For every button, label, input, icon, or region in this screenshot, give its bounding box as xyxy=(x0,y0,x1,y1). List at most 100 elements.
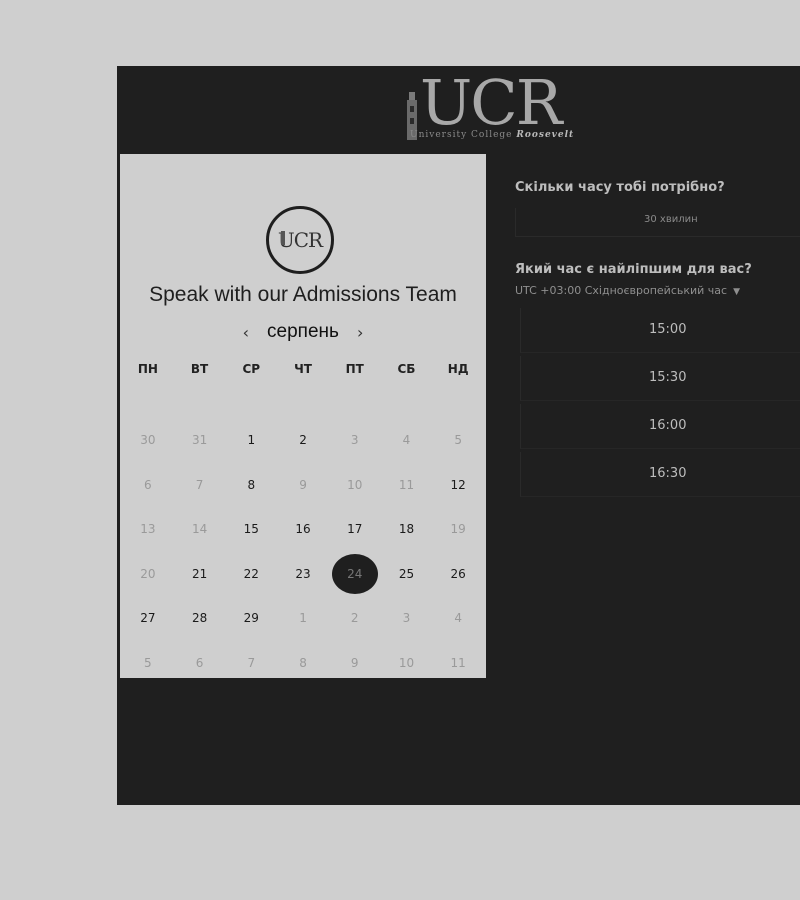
calendar-day-number: 14 xyxy=(191,522,208,537)
calendar-day-unavailable: 30 xyxy=(122,418,174,463)
card-title: Speak with our Admissions Team xyxy=(149,283,457,306)
calendar-day-available[interactable]: 8 xyxy=(225,463,277,508)
logo-tagline-prefix: University College xyxy=(410,130,513,140)
calendar-day-number: 16 xyxy=(295,522,311,537)
calendar-day-unavailable: 13 xyxy=(122,507,174,552)
time-slot-label: 15:00 xyxy=(649,322,687,337)
calendar-day-available[interactable]: 17 xyxy=(329,507,381,552)
calendar-day-selected[interactable]: 24 xyxy=(329,552,381,597)
calendar-day-unavailable: 20 xyxy=(122,552,174,597)
calendar-week-row: 13 14 15 16 17 18 19 xyxy=(122,507,484,552)
calendar-day-number: 8 xyxy=(247,477,256,492)
calendar-day-unavailable: 3 xyxy=(329,418,381,463)
calendar-day-number: 25 xyxy=(398,566,415,581)
calendar-day-unavailable: 9 xyxy=(277,463,329,508)
weekday-label: ПН xyxy=(137,362,158,376)
time-slot-label: 15:30 xyxy=(649,370,687,385)
calendar-week-row: 27 28 29 1 2 3 4 xyxy=(122,596,484,641)
calendar-days: 30 31 1 2 3 4 5 6 7 8 9 10 11 12 13 14 15 16 17 18 19 20 21 22 2… xyxy=(122,418,484,685)
calendar-day-available[interactable]: 27 xyxy=(122,596,174,641)
calendar-week-row: 6 7 8 9 10 11 12 xyxy=(122,463,484,508)
calendar-day-unavailable: 2 xyxy=(329,596,381,641)
calendar-day-number: 12 xyxy=(450,477,466,492)
time-question: Який час є найліпшим для вас? xyxy=(515,262,752,277)
calendar-day-unavailable: 8 xyxy=(277,641,329,686)
calendar-day-available[interactable]: 22 xyxy=(225,552,277,597)
calendar-day-unavailable: 10 xyxy=(381,641,433,686)
calendar-day-available[interactable]: 28 xyxy=(174,596,226,641)
calendar-day-unavailable: 19 xyxy=(432,507,484,552)
calendar-week-row: 20 21 22 23 24 25 26 xyxy=(122,552,484,597)
calendar-day-unavailable: 4 xyxy=(432,596,484,641)
calendar-day-available[interactable]: 21 xyxy=(174,552,226,597)
calendar-day-number: 11 xyxy=(398,477,415,492)
calendar-day-number: 7 xyxy=(195,477,204,492)
calendar-day-number: 3 xyxy=(350,433,359,448)
calendar-day-unavailable: 5 xyxy=(122,641,174,686)
duration-option[interactable]: 30 хвилин xyxy=(515,208,800,237)
timezone-select[interactable]: UTC +03:00 Східноєвропейський час ▼ xyxy=(515,284,740,297)
booking-panel: UCR University College Roosevelt UCR Spe… xyxy=(117,66,800,805)
calendar-day-number: 2 xyxy=(350,611,359,626)
timezone-value: UTC +03:00 Східноєвропейський час xyxy=(515,284,728,297)
calendar-day-unavailable: 10 xyxy=(329,463,381,508)
calendar-day-number: 21 xyxy=(191,566,208,581)
calendar-grid: ПН ВТ СР ЧТ ПТ СБ НД 30 31 1 2 3 4 5 6 7 8 9 10 11 12 13 14 15… xyxy=(120,362,486,670)
calendar-day-available[interactable]: 29 xyxy=(225,596,277,641)
calendar-day-number: 20 xyxy=(140,566,156,581)
calendar-day-available[interactable]: 16 xyxy=(277,507,329,552)
ucr-seal-logo: UCR xyxy=(266,206,334,274)
calendar-day-number: 5 xyxy=(144,655,152,670)
calendar-day-number: 31 xyxy=(191,433,208,448)
calendar-day-available[interactable]: 25 xyxy=(381,552,433,597)
weekday-label: ЧТ xyxy=(294,362,312,376)
calendar-week-row: 30 31 1 2 3 4 5 xyxy=(122,418,484,463)
prev-month-button[interactable]: ‹ xyxy=(243,323,249,342)
calendar-day-number: 13 xyxy=(140,522,156,537)
calendar-day-unavailable: 11 xyxy=(432,641,484,686)
calendar-day-number: 24 xyxy=(347,566,363,581)
calendar-day-number: 29 xyxy=(243,611,259,626)
calendar-card: UCR Speak with our Admissions Team ‹ сер… xyxy=(120,154,486,678)
calendar-day-available[interactable]: 2 xyxy=(277,418,329,463)
calendar-day-unavailable: 14 xyxy=(174,507,226,552)
calendar-day-available[interactable]: 18 xyxy=(381,507,433,552)
calendar-day-number: 19 xyxy=(450,522,466,537)
time-slot[interactable]: 15:30 xyxy=(520,356,800,401)
calendar-day-number: 22 xyxy=(243,566,259,581)
calendar-day-number: 6 xyxy=(195,655,204,670)
calendar-day-number: 11 xyxy=(450,655,466,670)
calendar-day-number: 15 xyxy=(243,522,259,537)
month-label: серпень xyxy=(267,321,339,342)
calendar-day-number: 28 xyxy=(191,611,208,626)
seal-tower-icon xyxy=(281,231,285,245)
calendar-day-unavailable: 1 xyxy=(277,596,329,641)
time-slot[interactable]: 16:30 xyxy=(520,452,800,497)
next-month-button[interactable]: › xyxy=(357,323,363,342)
calendar-day-available[interactable]: 15 xyxy=(225,507,277,552)
calendar-day-unavailable: 7 xyxy=(174,463,226,508)
calendar-day-unavailable: 31 xyxy=(174,418,226,463)
calendar-day-number: 3 xyxy=(402,611,411,626)
calendar-day-number: 10 xyxy=(398,655,415,670)
calendar-day-available[interactable]: 1 xyxy=(225,418,277,463)
time-slot[interactable]: 16:00 xyxy=(520,404,800,449)
calendar-day-available[interactable]: 23 xyxy=(277,552,329,597)
weekday-label: СР xyxy=(242,362,261,376)
calendar-day-available[interactable]: 26 xyxy=(432,552,484,597)
calendar-day-number: 4 xyxy=(402,433,411,448)
weekday-label: ПТ xyxy=(345,362,364,376)
calendar-day-number: 7 xyxy=(247,655,256,670)
month-navigator: ‹ серпень › xyxy=(120,321,486,343)
time-slot[interactable]: 15:00 xyxy=(520,308,800,353)
duration-value: 30 хвилин xyxy=(644,214,698,225)
calendar-day-number: 1 xyxy=(247,433,256,448)
calendar-day-number: 26 xyxy=(450,566,466,581)
calendar-day-unavailable: 11 xyxy=(381,463,433,508)
calendar-day-unavailable: 7 xyxy=(225,641,277,686)
time-slot-label: 16:30 xyxy=(649,466,687,481)
booking-options: Скільки часу тобі потрібно? 30 хвилин Як… xyxy=(515,66,800,805)
calendar-day-available[interactable]: 12 xyxy=(432,463,484,508)
calendar-day-number: 2 xyxy=(299,433,307,448)
weekday-label: СБ xyxy=(397,362,416,376)
